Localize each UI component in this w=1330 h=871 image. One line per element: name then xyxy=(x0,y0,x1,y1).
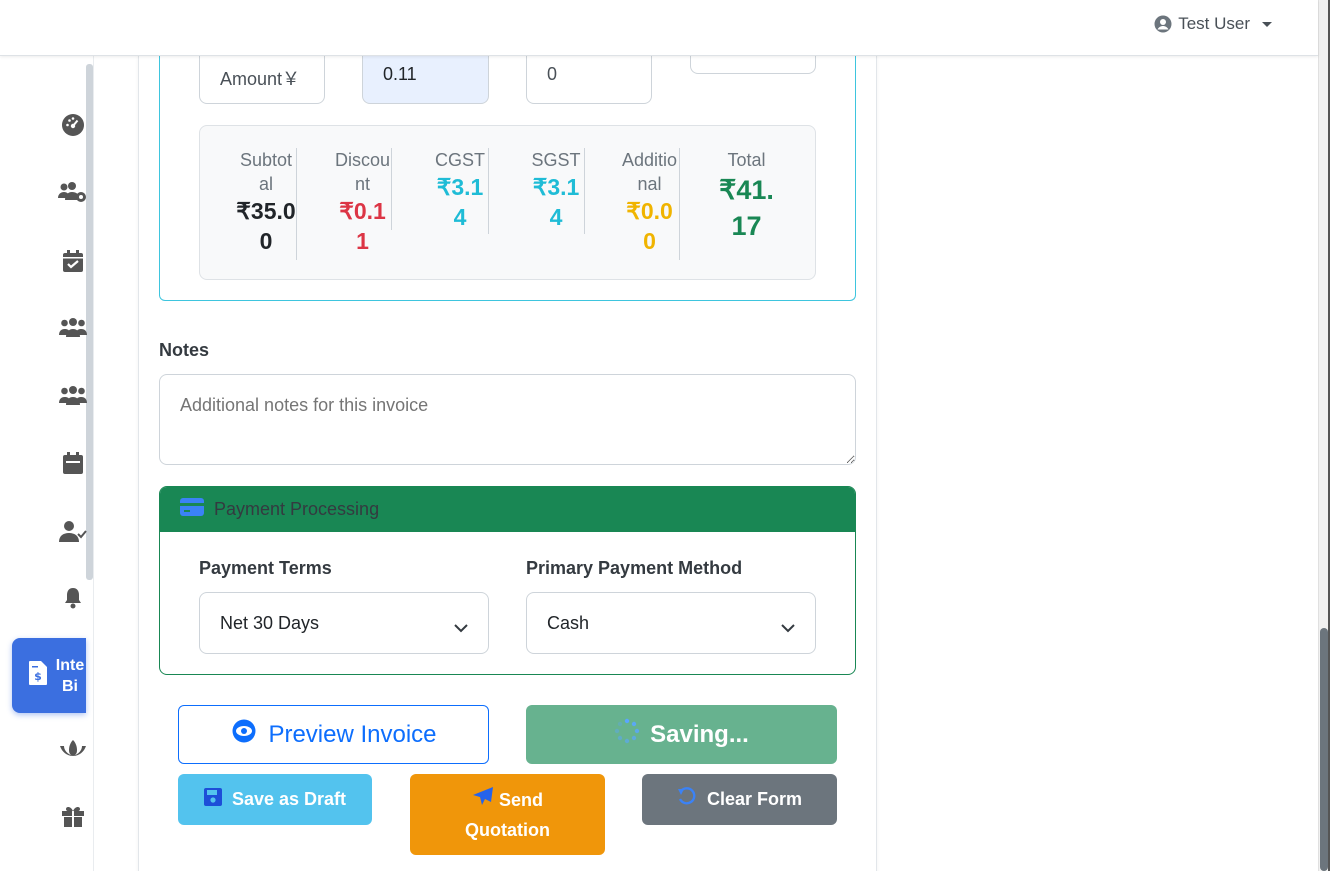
invoice-icon: $ xyxy=(28,660,48,691)
top-navbar: Test User xyxy=(0,0,1318,56)
additional-value: ₹0.00 xyxy=(626,198,673,254)
sidebar-item-notifications[interactable] xyxy=(58,587,88,613)
sidebar-item-gifts[interactable] xyxy=(58,805,88,831)
discount-column: Discount ₹0.11 xyxy=(334,148,392,254)
payment-method-select[interactable]: Cash xyxy=(526,592,816,654)
notes-label: Notes xyxy=(159,340,210,360)
subtotal-column: Subtotal ₹35.00 xyxy=(236,148,297,260)
page-scrollbar-thumb[interactable] xyxy=(1320,628,1328,871)
cgst-column: CGST ₹3.14 xyxy=(432,148,489,234)
send-quotation-button[interactable]: Send Quotation xyxy=(410,774,605,855)
user-circle-icon xyxy=(1154,15,1172,33)
subtotal-label: Subtotal xyxy=(239,150,293,194)
chevron-down-icon xyxy=(781,617,795,638)
totals-summary: Subtotal ₹35.00 Discount ₹0.11 CGST ₹3.1… xyxy=(199,125,816,280)
svg-text:$: $ xyxy=(34,670,42,683)
total-label: Total xyxy=(727,150,766,170)
save-as-draft-button[interactable]: Save as Draft xyxy=(178,774,372,825)
cgst-label: CGST xyxy=(434,150,485,170)
bell-icon xyxy=(63,586,83,615)
payment-terms-select[interactable]: Net 30 Days xyxy=(199,592,489,654)
dashboard-icon xyxy=(61,113,85,142)
users-cog-icon xyxy=(58,180,88,209)
users-group-icon xyxy=(59,384,87,411)
eye-icon xyxy=(230,719,258,750)
undo-icon xyxy=(677,787,697,812)
payment-terms-value: Net 30 Days xyxy=(220,613,320,633)
lotus-icon xyxy=(59,738,87,763)
clear-form-button[interactable]: Clear Form xyxy=(642,774,837,825)
sidebar-item-clients[interactable] xyxy=(58,316,88,342)
subtotal-value: ₹35.00 xyxy=(236,198,296,254)
preview-invoice-label: Preview Invoice xyxy=(268,720,437,748)
spinner-icon xyxy=(614,718,640,751)
payment-method-value: Cash xyxy=(547,613,590,633)
gift-icon xyxy=(61,804,85,833)
sidebar-item-appointments[interactable] xyxy=(58,249,88,278)
additional-column: Additional ₹0.00 xyxy=(620,148,680,260)
user-name: Test User xyxy=(1178,14,1250,33)
amount-field-placeholder: Amount xyxy=(220,69,283,89)
cgst-value: ₹3.14 xyxy=(436,174,484,230)
users-icon xyxy=(59,316,87,343)
sgst-column: SGST ₹3.14 xyxy=(528,148,585,234)
total-value: ₹41.17 xyxy=(719,175,774,241)
save-as-draft-label: Save as Draft xyxy=(231,789,347,809)
additional-label: Additional xyxy=(621,150,678,194)
notes-textarea[interactable] xyxy=(159,374,856,465)
sidebar-item-calendar[interactable] xyxy=(58,451,88,480)
rupee-yen-icon: ￥ xyxy=(282,69,301,89)
sidebar-item-attendance[interactable] xyxy=(58,520,88,546)
payment-processing-header: Payment Processing xyxy=(160,487,855,532)
sgst-value: ₹3.14 xyxy=(532,174,580,230)
paper-plane-icon xyxy=(472,786,499,810)
floppy-disk-icon xyxy=(203,788,222,811)
sidebar-item-label: Inte Bi xyxy=(55,656,85,695)
preview-invoice-button[interactable]: Preview Invoice xyxy=(178,705,489,764)
sgst-label: SGST xyxy=(531,150,581,170)
chevron-down-icon xyxy=(1262,21,1272,27)
sidebar-item-wellness[interactable] xyxy=(58,737,88,763)
user-menu-dropdown[interactable]: Test User xyxy=(1154,14,1272,34)
sidebar-item-users-settings[interactable] xyxy=(58,181,88,207)
sidebar-item-staff[interactable] xyxy=(58,384,88,410)
calendar-check-icon xyxy=(62,249,84,278)
payment-processing-title: Payment Processing xyxy=(214,499,380,519)
credit-card-icon xyxy=(180,498,204,521)
clear-form-label: Clear Form xyxy=(706,789,803,809)
save-invoice-button[interactable]: Saving... xyxy=(526,705,837,764)
user-check-icon xyxy=(59,519,87,548)
payment-method-label: Primary Payment Method xyxy=(526,558,743,578)
sidebar-item-invoice-billing[interactable]: $ Inte Bi xyxy=(12,638,86,713)
calendar-icon xyxy=(62,451,84,480)
total-column: Total ₹41.17 xyxy=(715,148,778,260)
discount-label: Discount xyxy=(334,150,391,194)
saving-label: Saving... xyxy=(650,720,749,748)
sidebar-item-dashboard[interactable] xyxy=(58,113,88,142)
chevron-down-icon xyxy=(454,617,468,638)
payment-terms-label: Payment Terms xyxy=(199,558,332,578)
discount-value: ₹0.11 xyxy=(339,198,386,254)
